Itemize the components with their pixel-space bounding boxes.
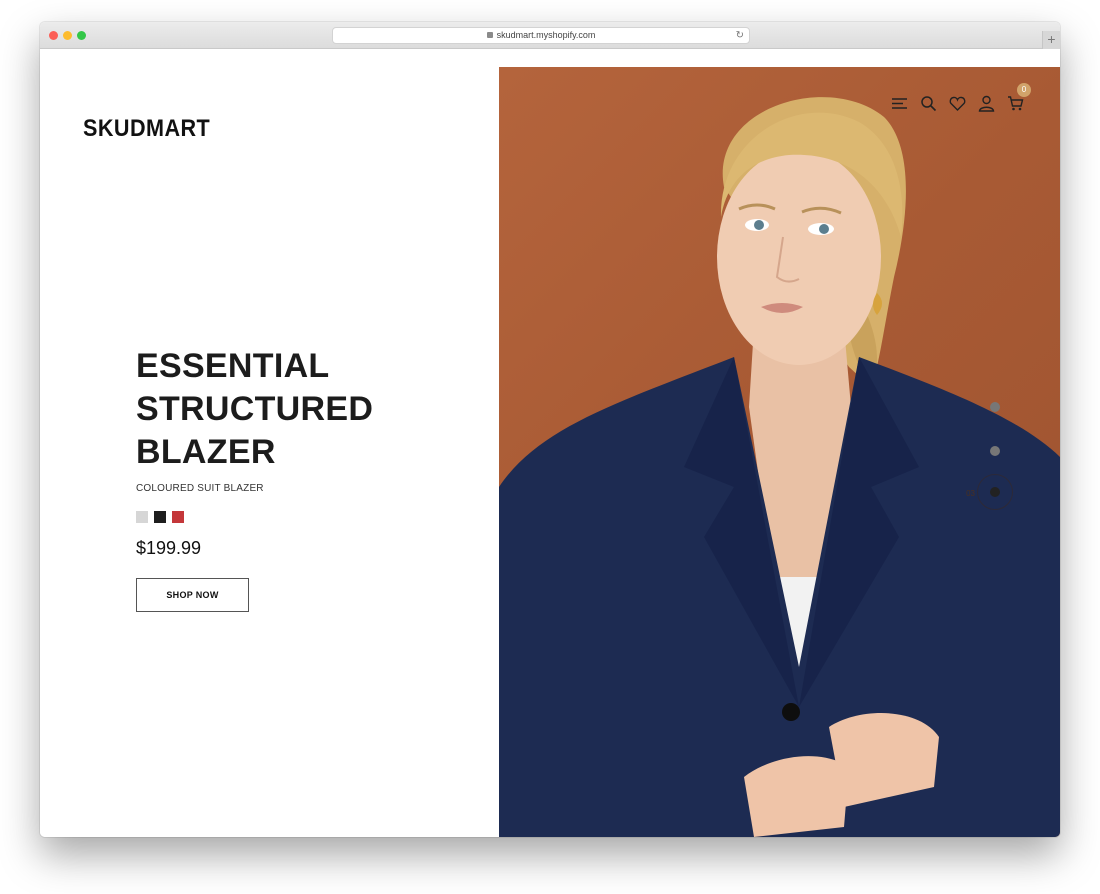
site-logo[interactable]: SKUDMART bbox=[83, 115, 210, 143]
url-text: skudmart.myshopify.com bbox=[496, 30, 596, 40]
browser-window: skudmart.myshopify.com ↻ + SKUDMART ESSE… bbox=[40, 22, 1060, 837]
search-icon[interactable] bbox=[920, 95, 937, 112]
user-icon[interactable] bbox=[978, 95, 995, 112]
slide-dot-1[interactable] bbox=[990, 402, 1000, 412]
cart-count-badge: 0 bbox=[1017, 83, 1031, 97]
close-window-button[interactable] bbox=[49, 31, 58, 40]
menu-icon[interactable] bbox=[891, 95, 908, 112]
swatch-red[interactable] bbox=[172, 511, 184, 523]
headline-line-1: ESSENTIAL bbox=[136, 347, 330, 385]
address-bar[interactable]: skudmart.myshopify.com ↻ bbox=[332, 27, 750, 44]
product-subtitle: COLOURED SUIT BLAZER bbox=[136, 483, 264, 494]
cart-icon[interactable]: 0 bbox=[1007, 83, 1031, 112]
zoom-window-button[interactable] bbox=[77, 31, 86, 40]
product-info-panel: SKUDMART ESSENTIAL STRUCTURED BLAZER COL… bbox=[40, 49, 499, 837]
minimize-window-button[interactable] bbox=[63, 31, 72, 40]
slide-page-number: 03 bbox=[966, 489, 975, 498]
product-headline: ESSENTIAL STRUCTURED BLAZER bbox=[136, 345, 436, 474]
heart-icon[interactable] bbox=[949, 95, 966, 112]
product-price: $199.99 bbox=[136, 538, 202, 558]
reload-icon[interactable]: ↻ bbox=[736, 28, 744, 43]
active-slide-ring bbox=[977, 474, 1013, 510]
lock-icon bbox=[486, 32, 493, 38]
browser-titlebar: skudmart.myshopify.com ↻ + bbox=[40, 22, 1060, 49]
slide-dot-2[interactable] bbox=[990, 446, 1000, 456]
headline-line-2: STRUCTURED bbox=[136, 390, 374, 428]
shop-now-button[interactable]: SHOP NOW bbox=[136, 578, 249, 612]
model-illustration bbox=[499, 97, 1060, 837]
headline-line-3: BLAZER bbox=[136, 433, 276, 471]
header-icons: 0 bbox=[891, 83, 1031, 112]
swatch-black[interactable] bbox=[154, 511, 166, 523]
new-tab-button[interactable]: + bbox=[1042, 31, 1060, 49]
hero-image: 0 03 bbox=[499, 67, 1060, 837]
swatch-grey[interactable] bbox=[136, 511, 148, 523]
slider-pagination: 03 bbox=[966, 402, 1013, 522]
color-swatches bbox=[136, 511, 184, 523]
